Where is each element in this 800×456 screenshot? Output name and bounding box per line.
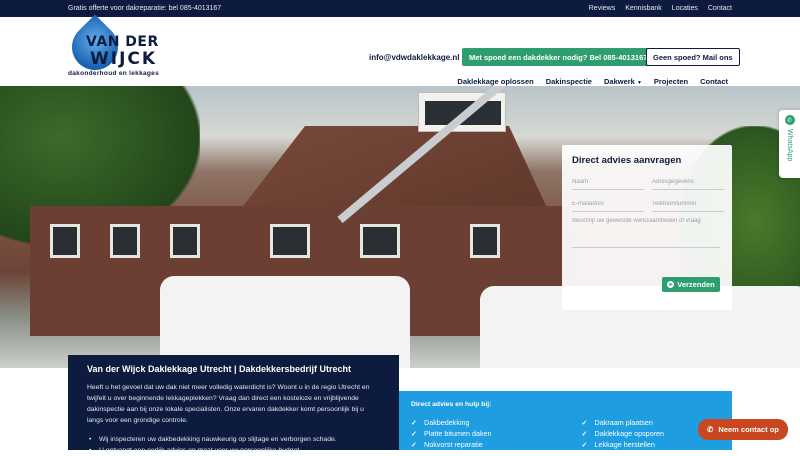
submit-button[interactable]: ➤ Verzenden [662,277,720,292]
email-field[interactable] [572,196,644,212]
intro-bullet: U ontvangt een eerlijk advies op maat vo… [87,445,380,456]
top-link-kennisbank[interactable]: Kennisbank [625,5,662,12]
nav-contact[interactable]: Contact [700,77,728,86]
window [270,224,310,258]
window [360,224,400,258]
top-link-locaties[interactable]: Locaties [672,5,698,12]
top-bar: Gratis offerte voor dakreparatie: bel 08… [0,0,800,17]
message-field[interactable] [572,218,720,248]
whatsapp-label: WhatsApp [786,129,793,162]
send-icon: ➤ [667,281,675,288]
urgent-call-button[interactable]: Met spoed een dakdekker nodig? Bel 085-4… [462,48,655,66]
intro-card: Van der Wijck Daklekkage Utrecht | Dakde… [68,355,399,456]
help-item: Dakbedekking [411,417,492,428]
submit-label: Verzenden [677,280,715,289]
help-title: Direct advies en hulp bij: [411,401,492,408]
whatsapp-icon: ✆ [784,115,795,125]
address-field[interactable] [652,174,724,190]
nav-projecten[interactable]: Projecten [654,77,688,86]
mail-us-button[interactable]: Geen spoed? Mail ons [646,48,740,66]
window [50,224,80,258]
phone-field[interactable] [652,196,724,212]
call-label: Neem contact op [718,425,779,434]
nav-dakinspectie[interactable]: Dakinspectie [546,77,592,86]
help-col-1: Dakbedekking Platte bitumen daken Nokvor… [411,417,492,450]
top-links: Reviews Kennisbank Locaties Contact [589,5,732,12]
intro-title: Van der Wijck Daklekkage Utrecht | Dakde… [87,364,352,374]
window [110,224,140,258]
name-field[interactable] [572,174,644,190]
help-card: Direct advies en hulp bij: Dakbedekking … [399,391,732,450]
intro-text: Heeft u het gevoel dat uw dak niet meer … [87,384,370,424]
help-item: Platte bitumen daken [411,428,492,439]
intro-bullet: Wij inspecteren uw dakbedekking nauwkeur… [87,434,380,445]
logo[interactable]: VAN DER WIJCK dakonderhoud en lekkages [62,14,178,80]
window [170,224,200,258]
advice-form: Direct advies aanvragen ➤ Verzenden [562,145,732,310]
nav-daklekkage[interactable]: Daklekkage oplossen [457,77,533,86]
help-col-2: Dakraam plaatsen Daklekkage opsporen Lek… [582,417,665,450]
help-item: Nokvorst reparatie [411,439,492,450]
top-link-reviews[interactable]: Reviews [589,5,615,12]
help-item: Lekkage herstellen [582,439,665,450]
contact-call-button[interactable]: ✆ Neem contact op [698,419,788,440]
form-title: Direct advies aanvragen [572,155,682,166]
phone-icon: ✆ [707,425,714,434]
help-item: Daklekkage opsporen [582,428,665,439]
logo-line1: VAN DER [86,34,159,50]
header: VAN DER WIJCK dakonderhoud en lekkages i… [0,14,800,86]
promo-text: Gratis offerte voor dakreparatie: bel 08… [68,5,222,12]
email-link[interactable]: info@vdwdaklekkage.nl [369,53,460,62]
top-link-contact[interactable]: Contact [708,5,732,12]
whatsapp-tab[interactable]: ✆ WhatsApp [779,110,800,178]
logo-tagline: dakonderhoud en lekkages [68,70,160,77]
window [470,224,500,258]
logo-line2: WIJCK [90,49,158,69]
main-nav: Daklekkage oplossen Dakinspectie Dakwerk… [457,77,728,86]
help-item: Dakraam plaatsen [582,417,665,428]
nav-dakwerk[interactable]: Dakwerk ▼ [604,77,642,86]
